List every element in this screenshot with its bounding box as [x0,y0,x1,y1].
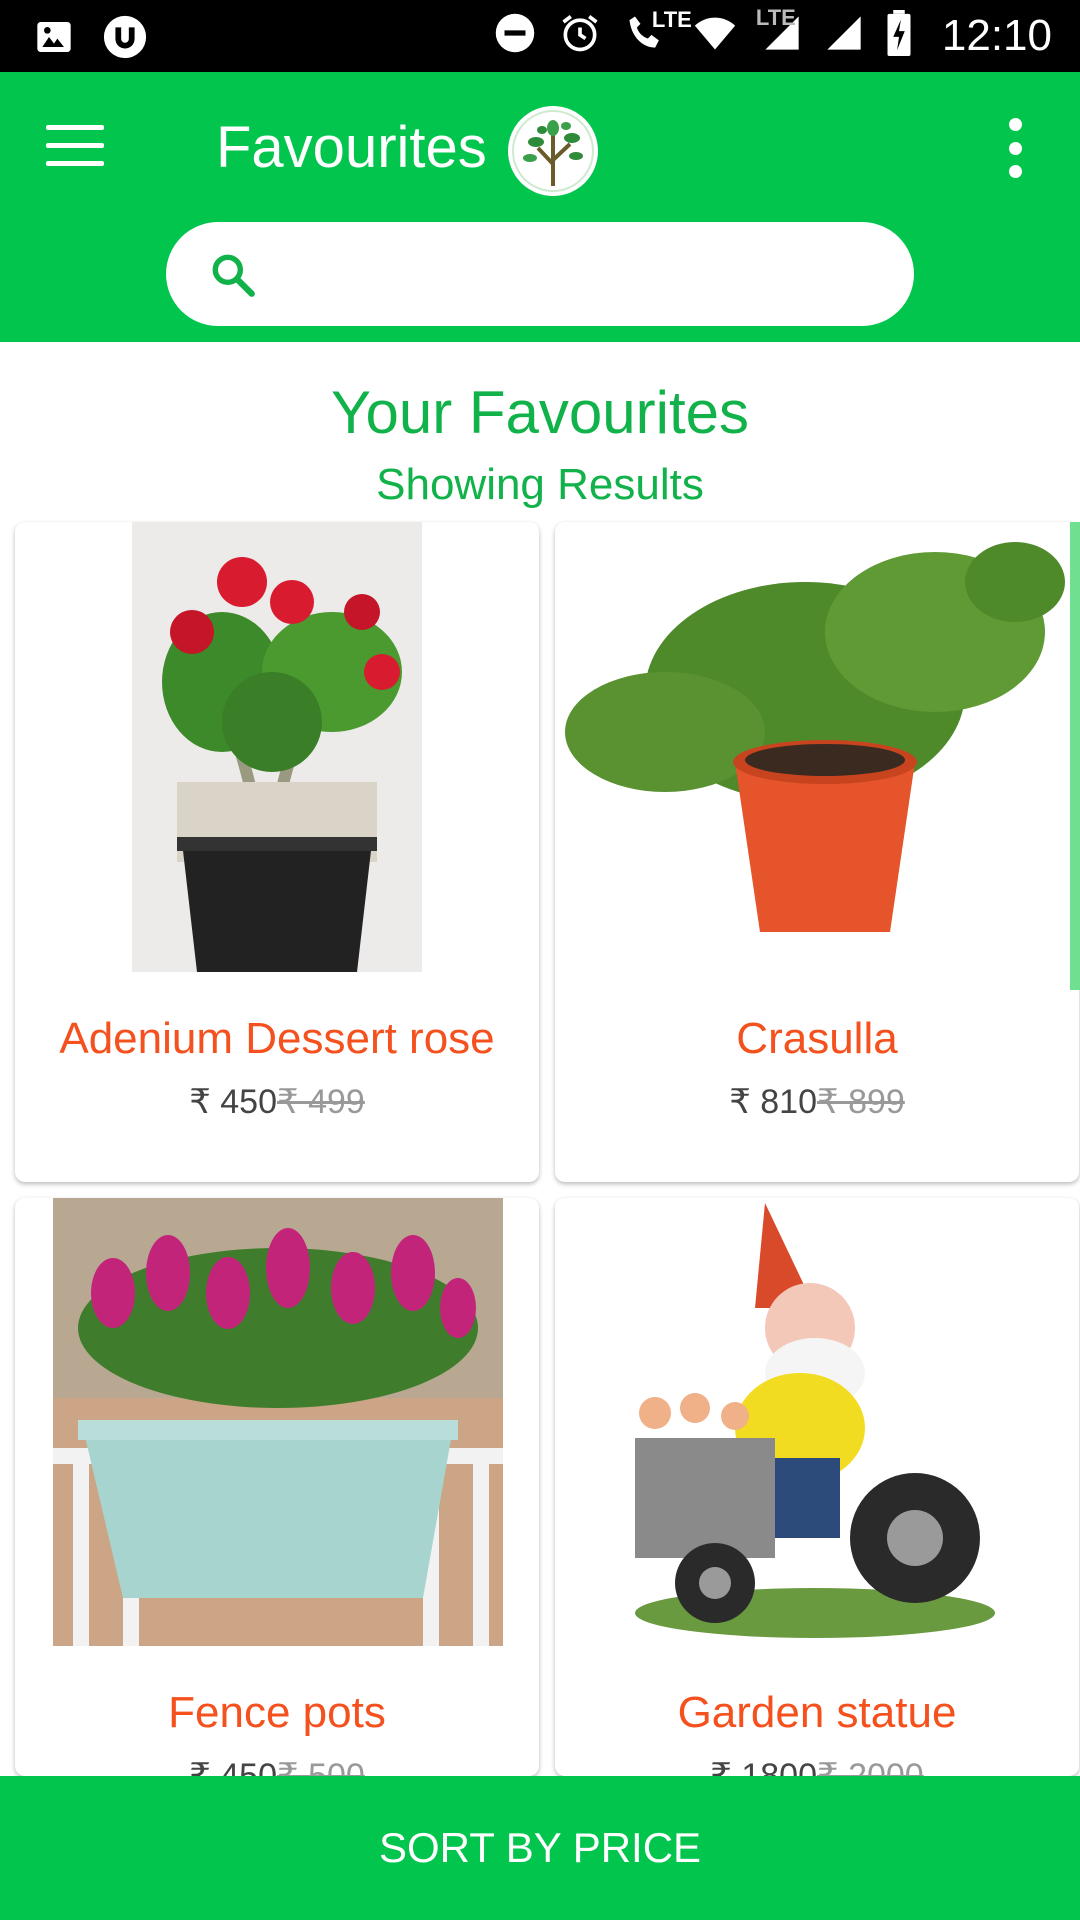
dnd-icon [494,12,536,59]
status-bar: LTE LTE 12:10 [0,0,1080,72]
sort-by-price-button[interactable]: SORT BY PRICE [0,1776,1080,1920]
product-price: ₹ 810₹ 899 [555,1082,1079,1122]
product-image [615,1198,1015,1648]
clock: 12:10 [941,10,1052,60]
product-card[interactable]: Garden statue ₹ 1800₹ 2000 [555,1198,1079,1776]
utorrent-icon [102,14,148,65]
product-card[interactable]: Crasulla ₹ 810₹ 899 [555,522,1079,1182]
product-card[interactable]: Adenium Dessert rose ₹ 450₹ 499 [15,522,539,1182]
old-price: ₹ 499 [277,1083,365,1121]
search-input[interactable] [276,242,880,308]
signal-icon [824,11,864,60]
old-price: ₹ 899 [817,1083,905,1121]
product-price: ₹ 1800₹ 2000 [555,1756,1079,1776]
current-price: ₹ 810 [729,1083,817,1121]
product-name: Fence pots [168,1688,386,1737]
app-bar: Favourites [0,72,1080,342]
wifi-icon [690,11,740,60]
page-title: Favourites [216,115,487,180]
product-price: ₹ 450₹ 499 [15,1082,539,1122]
current-price: ₹ 1800 [710,1757,817,1776]
product-card[interactable]: Fence pots ₹ 450₹ 500 [15,1198,539,1776]
alarm-icon [558,11,602,60]
battery-charging-icon [886,10,912,61]
product-image [555,522,1079,982]
product-name: Garden statue [677,1688,957,1737]
search-icon[interactable] [208,250,258,305]
image-icon [34,17,74,62]
results-subheading: Showing Results [376,460,704,509]
product-image [132,522,422,972]
hamburger-icon[interactable] [46,110,110,180]
signal-icon: LTE [756,5,802,60]
volte-call-icon: LTE [624,7,692,60]
section-heading: Your Favourites [330,379,749,446]
more-vert-icon[interactable] [1000,118,1030,178]
product-name: Adenium Dessert rose [59,1014,495,1063]
product-name: Crasulla [736,1014,898,1063]
search-bar[interactable] [166,222,914,326]
tree-logo [508,106,598,196]
current-price: ₹ 450 [189,1757,277,1776]
product-image [53,1198,503,1646]
old-price: ₹ 500 [277,1757,365,1776]
scrollbar[interactable] [1070,522,1080,990]
current-price: ₹ 450 [189,1083,277,1121]
old-price: ₹ 2000 [817,1757,924,1776]
product-price: ₹ 450₹ 500 [15,1756,539,1776]
